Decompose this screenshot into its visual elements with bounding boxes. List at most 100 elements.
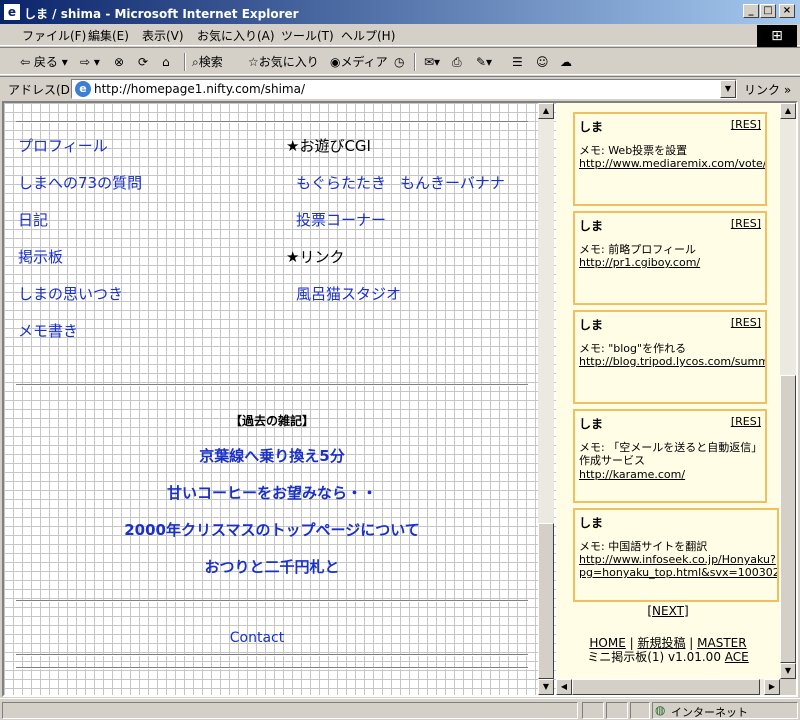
post-memo: メモ: 「空メールを送ると自動返信」作成サービス	[579, 441, 763, 467]
ie-page-icon: e	[75, 81, 91, 97]
bbs-post: しま メモ: 中国語サイトを翻訳 http://www.infoseek.co.…	[573, 508, 779, 602]
scroll-thumb[interactable]	[780, 375, 796, 663]
favorites-icon: ☆	[248, 55, 259, 69]
media-button[interactable]: ◉メディア	[330, 52, 388, 72]
address-url[interactable]: http://homepage1.nifty.com/shima/	[94, 82, 305, 96]
menu-edit[interactable]: 編集(E)	[88, 27, 129, 44]
home-link[interactable]: HOME	[589, 636, 625, 650]
divider	[16, 600, 528, 602]
res-link[interactable]: [RES]	[731, 217, 761, 230]
back-button[interactable]: ⇦ 戻る ▾	[20, 52, 68, 72]
close-button[interactable]: ×	[779, 4, 795, 18]
favorites-button[interactable]: ☆お気に入り	[248, 52, 319, 72]
section-games-heading: ★お遊びCGI	[286, 137, 371, 155]
menu-tools[interactable]: ツール(T)	[281, 27, 334, 44]
scroll-up-icon[interactable]: ▲	[538, 103, 554, 119]
menu-file[interactable]: ファイル(F)	[22, 27, 86, 44]
maximize-button[interactable]: □	[760, 4, 776, 18]
past-note-link[interactable]: 京葉線へ乗り換え5分	[4, 445, 540, 466]
master-link[interactable]: MASTER	[697, 636, 746, 650]
links-button[interactable]: リンク »	[744, 81, 791, 98]
home-icon[interactable]: ⌂	[162, 52, 170, 72]
zone-label: インターネット	[671, 706, 748, 719]
scroll-corner	[780, 679, 796, 695]
nav-profile-link[interactable]: プロフィール	[18, 135, 108, 156]
post-url-link[interactable]: http://karame.com/	[579, 468, 765, 481]
scroll-down-icon[interactable]: ▼	[538, 679, 554, 695]
nav-diary-link[interactable]: 日記	[18, 209, 48, 230]
edit-page-icon[interactable]: ✎▾	[476, 52, 492, 72]
furoneko-studio-link[interactable]: 風呂猫スタジオ	[296, 283, 401, 304]
menu-view[interactable]: 表示(V)	[142, 27, 184, 44]
side-frame-scrollbar[interactable]: ▲ ▼	[780, 103, 796, 679]
bbs-version: ミニ掲示板(1) v1.01.00	[587, 650, 721, 664]
divider	[16, 667, 528, 669]
address-input[interactable]: e http://homepage1.nifty.com/shima/ ▼	[71, 79, 737, 99]
post-memo: メモ: 前略プロフィール	[579, 243, 696, 256]
vote-corner-link[interactable]: 投票コーナー	[296, 209, 386, 230]
divider	[16, 654, 528, 656]
messenger-icon[interactable]: ☺	[536, 52, 549, 72]
stop-icon[interactable]: ⊗	[114, 52, 124, 72]
nav-memo-link[interactable]: メモ書き	[18, 320, 78, 341]
scroll-thumb[interactable]	[538, 523, 554, 679]
menu-help[interactable]: ヘルプ(H)	[341, 27, 395, 44]
status-pane	[630, 702, 650, 719]
toolbar-separator	[184, 53, 186, 71]
search-button[interactable]: ⌕検索	[192, 52, 223, 72]
print-icon[interactable]: ⎙	[452, 52, 462, 72]
game-monkey-banana-link[interactable]: もんきーバナナ	[400, 172, 505, 193]
section-links-heading: ★リンク	[286, 248, 345, 266]
scroll-thumb[interactable]	[572, 679, 760, 695]
new-post-link[interactable]: 新規投稿	[637, 636, 685, 650]
post-url-link[interactable]: http://www.infoseek.co.jp/Honyaku? pg=ho…	[579, 553, 777, 579]
nav-73-questions-link[interactable]: しまへの73の質問	[18, 172, 142, 193]
refresh-icon[interactable]: ⟳	[138, 52, 148, 72]
chevron-down-icon[interactable]: ▼	[720, 80, 736, 98]
post-author: しま	[579, 516, 604, 530]
discuss-icon[interactable]: ☰	[512, 52, 523, 72]
scroll-left-icon[interactable]: ◀	[556, 679, 572, 695]
minimize-button[interactable]: _	[743, 4, 759, 18]
post-url-link[interactable]: http://blog.tripod.lycos.com/summer/	[579, 355, 765, 368]
favorites-label: お気に入り	[258, 55, 319, 69]
res-link[interactable]: [RES]	[731, 118, 761, 131]
nav-bbs-link[interactable]: 掲示板	[18, 246, 63, 267]
scroll-up-icon[interactable]: ▲	[780, 103, 796, 119]
toolbar: ⇦ 戻る ▾ ⇨ ▾ ⊗ ⟳ ⌂ ⌕検索 ☆お気に入り ◉メディア ◷ ✉▾ ⎙…	[0, 47, 800, 75]
bbs-footer: HOME | 新規投稿 | MASTER ミニ掲示板(1) v1.01.00 A…	[587, 636, 749, 664]
back-arrow-icon: ⇦	[20, 55, 31, 69]
research-icon[interactable]: ☁	[560, 52, 572, 72]
menu-favorites[interactable]: お気に入り(A)	[197, 27, 275, 44]
address-bar: アドレス(D) e http://homepage1.nifty.com/shi…	[0, 76, 800, 100]
past-note-link[interactable]: 甘いコーヒーをお望みなら・・	[4, 482, 540, 503]
scroll-right-icon[interactable]: ▶	[764, 679, 780, 695]
main-frame: プロフィール しまへの73の質問 日記 掲示板 しまの思いつき メモ書き ★お遊…	[4, 103, 556, 695]
res-link[interactable]: [RES]	[731, 316, 761, 329]
post-url-link[interactable]: http://www.mediaremix.com/vote/	[579, 157, 765, 170]
res-link[interactable]: [RES]	[731, 415, 761, 428]
forward-button[interactable]: ⇨ ▾	[80, 52, 100, 72]
past-note-link[interactable]: おつりと二千円札と	[4, 556, 540, 577]
window-title: しま / shima - Microsoft Internet Explorer	[24, 7, 299, 21]
post-memo: メモ: Web投票を設置	[579, 144, 688, 157]
status-bar: ◍ インターネット	[0, 698, 800, 720]
scroll-down-icon[interactable]: ▼	[780, 663, 796, 679]
contact-link[interactable]: Contact	[4, 630, 510, 646]
title-bar: e しま / shima - Microsoft Internet Explor…	[0, 0, 800, 24]
mail-icon[interactable]: ✉▾	[424, 52, 440, 72]
post-author: しま	[579, 120, 604, 134]
side-frame-hscrollbar[interactable]: ◀ ▶	[556, 679, 780, 695]
next-page-link[interactable]: [NEXT]	[556, 604, 780, 618]
ace-link[interactable]: ACE	[725, 650, 749, 664]
past-note-link[interactable]: 2000年クリスマスのトップページについて	[4, 519, 540, 540]
post-memo: メモ: "blog"を作れる	[579, 342, 687, 355]
game-mole-link[interactable]: もぐらたたき	[296, 172, 386, 193]
forward-arrow-icon: ⇨	[80, 55, 91, 69]
status-pane	[582, 702, 604, 719]
bbs-post: しま [RES] メモ: "blog"を作れる http://blog.trip…	[573, 310, 767, 404]
post-url-link[interactable]: http://pr1.cgiboy.com/	[579, 256, 765, 269]
nav-thoughts-link[interactable]: しまの思いつき	[18, 283, 123, 304]
history-icon[interactable]: ◷	[394, 52, 404, 72]
main-frame-scrollbar[interactable]: ▲ ▼	[538, 103, 554, 695]
